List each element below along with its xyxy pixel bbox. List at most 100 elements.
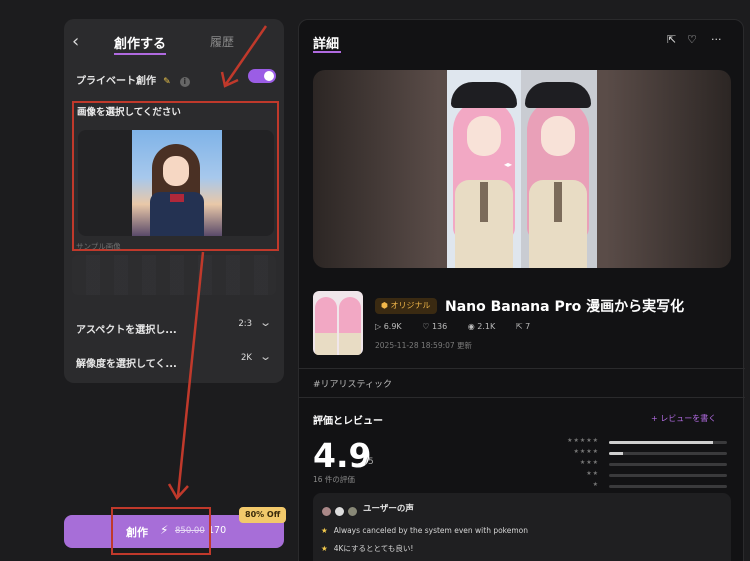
rating-count: 16 件の評価 — [313, 475, 355, 484]
aspect-select[interactable]: アスペクトを選択し... 2:3 ⌄ — [76, 316, 274, 336]
star-icon: ★ — [321, 526, 328, 535]
back-button[interactable]: ‹ — [72, 32, 88, 52]
rating-bar-fill — [609, 441, 713, 444]
detail-title: 詳細 — [313, 37, 340, 52]
private-creation-label: プライベート創作 — [76, 76, 156, 87]
rating-bar-row: ★ — [559, 481, 729, 491]
private-toggle[interactable] — [248, 69, 276, 83]
aspect-value: 2:3 — [238, 319, 252, 329]
voice-avatars — [321, 502, 359, 521]
model-title: Nano Banana Pro 漫画から実写化 — [445, 299, 685, 315]
tag-realistic[interactable]: #リアリスティック — [313, 377, 392, 390]
pencil-icon: ✎ — [163, 77, 171, 87]
tab-history[interactable]: 履歴 — [210, 33, 234, 50]
model-thumbnail — [313, 291, 363, 355]
original-badge-label: オリジナル — [390, 301, 431, 310]
rating-bar-track — [609, 463, 727, 466]
rating-max: /5 — [365, 457, 374, 467]
rating-bar-track — [609, 441, 727, 444]
views-count: 2.1K — [477, 322, 496, 331]
likes-count: 136 — [431, 322, 448, 331]
hero-tie — [554, 182, 562, 222]
rating-bar-stars: ★★★ — [579, 459, 599, 466]
hero-image: ◂▸ — [313, 70, 731, 268]
rating-bar-track — [609, 452, 727, 455]
sample-face — [163, 156, 189, 186]
rating-bar-row: ★★ — [559, 470, 729, 480]
divider — [299, 397, 745, 398]
resolution-label: 解像度を選択してく... — [76, 359, 177, 370]
tab-active-indicator — [114, 53, 166, 55]
user-voice-box: ユーザーの声 ★ Always canceled by the system ev… — [313, 493, 731, 561]
private-creation-row: プライベート創作 ✎ i — [76, 69, 276, 87]
sample-bow — [170, 194, 184, 202]
resolution-select[interactable]: 解像度を選択してく... 2K ⌄ — [76, 350, 274, 370]
annotation-box — [111, 507, 211, 555]
runs-count: 6.9K — [383, 322, 402, 331]
sample-image[interactable] — [132, 130, 222, 236]
sample-caption: サンプル画像 — [76, 242, 121, 251]
star-icon: ★ — [321, 544, 328, 553]
user-voice-title: ユーザーの声 — [363, 504, 414, 514]
runs-stat: ▷ 6.9K — [375, 322, 402, 331]
image-upload-slot[interactable] — [78, 130, 274, 236]
rating-bar-track — [609, 474, 727, 477]
rating-bar-row: ★★★★ — [559, 448, 729, 458]
hero-hat — [525, 82, 591, 108]
rating-bar-stars: ★ — [592, 481, 599, 488]
hero-tie — [480, 182, 488, 222]
create-header: ‹ 創作する 履歴 — [64, 31, 284, 55]
write-review-link[interactable]: + レビューを書く — [651, 413, 716, 424]
create-panel: ‹ 創作する 履歴 プライベート創作 ✎ i 画像を選択してください サンプル画… — [64, 19, 284, 383]
rating-bar-row: ★★★ — [559, 459, 729, 469]
toggle-knob — [264, 71, 274, 81]
more-icon[interactable]: ··· — [711, 33, 722, 46]
divider — [299, 368, 745, 369]
blurred-thumbnails — [72, 255, 276, 295]
reviews-title: 評価とレビュー — [313, 416, 383, 427]
shares-count: 7 — [525, 322, 531, 331]
hero-face — [467, 116, 501, 156]
compare-arrows-icon: ◂▸ — [504, 160, 513, 169]
voice-item: ★ 4Kにするととても良い! — [321, 543, 413, 554]
hero-anime-image — [447, 70, 521, 268]
select-image-title: 画像を選択してください — [77, 107, 181, 118]
chevron-down-icon: ⌄ — [258, 350, 272, 363]
detail-title-underline — [313, 51, 341, 53]
avatar — [321, 506, 332, 517]
voice-text: 4Kにするととても良い! — [333, 544, 414, 553]
avatar — [334, 506, 346, 517]
tab-create[interactable]: 創作する — [114, 33, 166, 52]
share-icon[interactable]: ⇱ — [667, 33, 676, 46]
rating-bar-fill — [609, 452, 624, 455]
hero-real-image — [521, 70, 597, 268]
resolution-value: 2K — [241, 353, 252, 363]
rating-bar-stars: ★★★★★ — [567, 437, 599, 444]
rating-bar-row: ★★★★★ — [559, 437, 729, 447]
rating-bar-stars: ★★★★ — [573, 448, 599, 455]
thumb-coat — [315, 333, 337, 355]
info-icon[interactable]: i — [179, 77, 190, 87]
views-stat: ◉ 2.1K — [467, 322, 496, 331]
model-stats: ▷ 6.9K ♡ 136 ◉ 2.1K ⇱ 7 — [375, 322, 548, 331]
image-select-section: 画像を選択してください — [72, 101, 279, 251]
rating-bar-stars: ★★ — [586, 470, 599, 477]
hero-hat — [451, 82, 517, 108]
avatar — [347, 506, 359, 517]
thumb-coat — [339, 333, 361, 355]
likes-stat: ♡ 136 — [422, 322, 448, 331]
voice-item: ★ Always canceled by the system even with… — [321, 526, 528, 535]
rating-score: 4.9 — [313, 436, 372, 475]
annotation-arrowhead — [167, 483, 189, 501]
heart-icon[interactable]: ♡ — [687, 33, 697, 46]
chevron-down-icon: ⌄ — [258, 316, 272, 329]
voice-text: Always canceled by the system even with … — [333, 526, 529, 535]
updated-date: 2025-11-28 18:59:07 更新 — [375, 341, 473, 350]
aspect-label: アスペクトを選択し... — [76, 325, 177, 336]
discount-badge: 80% Off — [239, 507, 287, 523]
shares-stat: ⇱ 7 — [515, 322, 531, 331]
hero-face — [541, 116, 575, 156]
detail-panel: 詳細 ⇱ ♡ ··· ◂▸ ⬢ オリジナル Nano Banana Pro 漫画… — [298, 19, 745, 561]
rating-bar-track — [609, 485, 727, 488]
original-badge: ⬢ オリジナル — [375, 298, 437, 314]
